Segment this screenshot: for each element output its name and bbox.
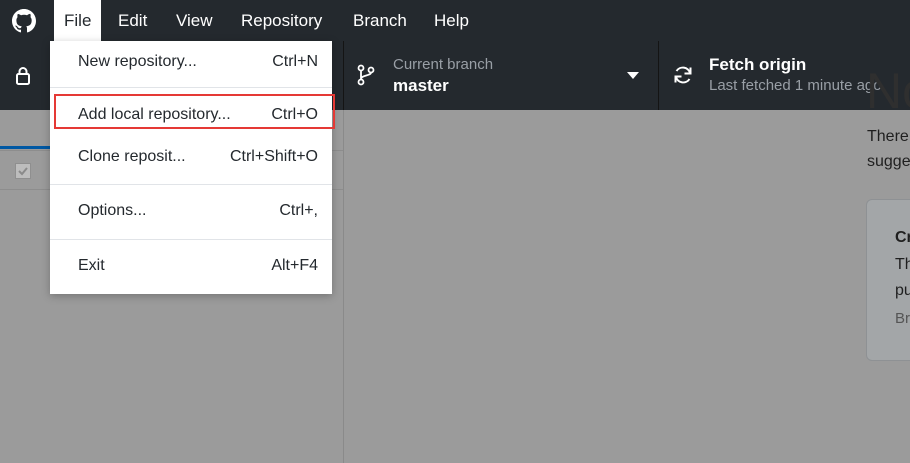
sync-icon bbox=[674, 66, 692, 84]
menu-item-clone-repository[interactable]: Clone reposit... Ctrl+Shift+O bbox=[50, 139, 332, 175]
branch-icon bbox=[357, 64, 375, 86]
menu-item-shortcut: Ctrl+, bbox=[279, 202, 318, 219]
page-title: No bbox=[866, 63, 910, 119]
description-line: sugge bbox=[867, 153, 910, 170]
menu-repository[interactable]: Repository bbox=[231, 0, 332, 41]
card-meta: Br bbox=[895, 310, 910, 327]
menu-item-label: Options... bbox=[78, 202, 147, 219]
description-line: There bbox=[867, 128, 909, 145]
menu-help[interactable]: Help bbox=[424, 0, 479, 41]
description-text: There sugge bbox=[867, 124, 910, 174]
card-line: Th bbox=[895, 256, 910, 273]
current-branch-name: master bbox=[393, 76, 449, 95]
highlight-box bbox=[54, 94, 335, 129]
menu-item-shortcut: Ctrl+N bbox=[272, 53, 318, 70]
last-fetched-status: Last fetched 1 minute ago bbox=[709, 77, 882, 94]
file-menu-dropdown: New repository... Ctrl+N Add local repos… bbox=[50, 41, 332, 294]
menu-item-exit[interactable]: Exit Alt+F4 bbox=[50, 248, 332, 284]
chevron-down-icon bbox=[627, 72, 639, 79]
menu-branch[interactable]: Branch bbox=[343, 0, 417, 41]
menu-separator bbox=[50, 87, 332, 88]
current-branch-label: Current branch bbox=[393, 56, 494, 73]
card-title: Cr bbox=[895, 229, 910, 246]
menu-file[interactable]: File bbox=[54, 0, 102, 41]
menu-item-new-repository[interactable]: New repository... Ctrl+N bbox=[50, 44, 332, 80]
select-all-checkbox[interactable] bbox=[15, 163, 31, 179]
menu-item-options[interactable]: Options... Ctrl+, bbox=[50, 193, 332, 229]
menu-item-shortcut: Alt+F4 bbox=[271, 257, 318, 274]
menu-item-label: Clone reposit... bbox=[78, 148, 186, 165]
fetch-origin-label: Fetch origin bbox=[709, 55, 807, 74]
menu-edit[interactable]: Edit bbox=[108, 0, 157, 41]
github-icon bbox=[12, 9, 36, 33]
lock-icon bbox=[16, 67, 30, 85]
menu-item-shortcut: Ctrl+Shift+O bbox=[229, 148, 318, 165]
menu-bar: File Edit View Repository Branch Help bbox=[0, 0, 910, 41]
menu-item-label: Exit bbox=[78, 257, 105, 274]
card-line: pu bbox=[895, 282, 910, 299]
check-icon bbox=[18, 167, 28, 176]
menu-item-label: New repository... bbox=[78, 53, 197, 70]
card-text: Th pu bbox=[895, 252, 910, 304]
menu-separator bbox=[50, 239, 332, 240]
active-tab-indicator bbox=[0, 146, 50, 149]
current-branch-button[interactable] bbox=[344, 41, 658, 110]
menu-view[interactable]: View bbox=[166, 0, 223, 41]
menu-separator bbox=[50, 184, 332, 185]
